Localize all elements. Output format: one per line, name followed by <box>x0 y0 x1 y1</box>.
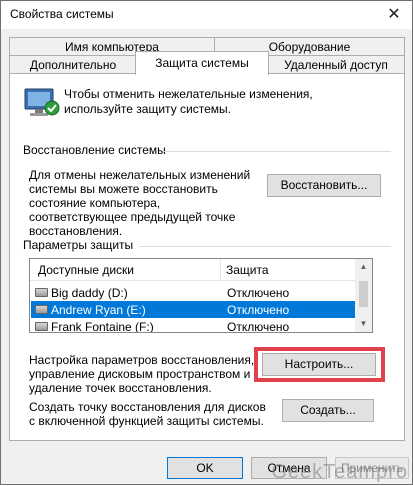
system-properties-window: Свойства системы ✕ Имя компьютера Оборуд… <box>0 0 413 485</box>
window-title: Свойства системы <box>10 7 114 21</box>
cancel-button[interactable]: Отмена <box>251 457 327 479</box>
tab-label: Удаленный доступ <box>284 58 388 72</box>
restore-button[interactable]: Восстановить... <box>267 174 381 197</box>
tab-label: Оборудование <box>268 40 351 54</box>
close-icon[interactable]: ✕ <box>382 4 406 26</box>
tab-remote[interactable]: Удаленный доступ <box>267 55 405 75</box>
tab-label: Защита системы <box>155 56 249 70</box>
create-button[interactable]: Создать... <box>282 399 374 422</box>
title-bar[interactable]: Свойства системы ✕ <box>1 1 412 29</box>
configure-button[interactable]: Настроить... <box>262 353 376 376</box>
tab-label: Дополнительно <box>29 58 117 72</box>
ok-button[interactable]: OK <box>167 457 243 479</box>
tab-panel <box>9 73 405 441</box>
tab-advanced[interactable]: Дополнительно <box>9 55 137 75</box>
tab-system-protection[interactable]: Защита системы <box>135 51 269 75</box>
apply-button[interactable]: Применить <box>335 457 409 479</box>
